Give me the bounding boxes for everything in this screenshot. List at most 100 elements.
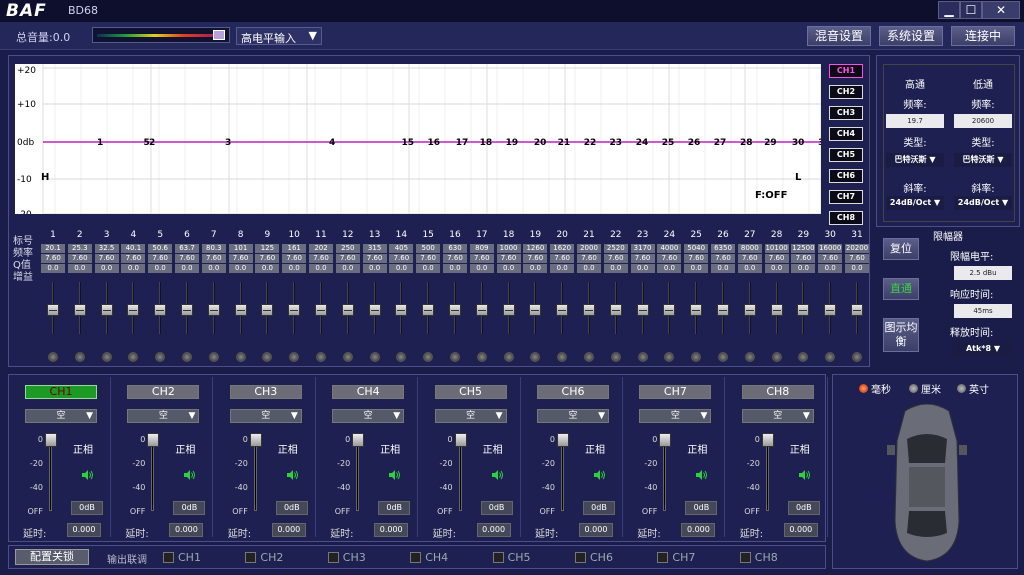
band-enable-led[interactable] — [584, 352, 594, 362]
band-marker[interactable]: 22 — [584, 138, 597, 148]
band-gain-field[interactable]: 0.0 — [737, 264, 762, 273]
band-enable-led[interactable] — [369, 352, 380, 362]
band-fader-knob[interactable] — [824, 304, 837, 316]
channel-select-ch7[interactable]: CH7 — [829, 190, 863, 204]
band-marker[interactable]: 1 — [97, 138, 103, 148]
band-gain-field[interactable]: 0.0 — [67, 264, 92, 273]
channel-phase-label[interactable]: 正相 — [687, 441, 707, 456]
band-gain-field[interactable]: 0.0 — [335, 264, 360, 273]
band-fader-knob[interactable] — [395, 304, 408, 316]
band-gain-field[interactable]: 0.0 — [550, 264, 575, 273]
band-enable-led[interactable] — [182, 352, 192, 362]
band-freq-field[interactable]: 80.3 — [201, 244, 226, 253]
channel-phase-label[interactable]: 正相 — [175, 441, 195, 456]
band-marker[interactable]: 26 — [688, 138, 701, 148]
band-enable-led[interactable] — [235, 352, 246, 362]
band-q-field[interactable]: 7.60 — [335, 254, 360, 263]
hp-type-select[interactable]: 巴特沃斯 ▼ — [886, 153, 944, 167]
band-gain-field[interactable]: 0.0 — [175, 264, 199, 273]
close-button[interactable]: ✕ — [982, 1, 1020, 19]
band-fader-knob[interactable] — [636, 304, 649, 316]
speaker-icon[interactable] — [695, 469, 708, 481]
band-freq-field[interactable]: 202 — [309, 244, 333, 253]
band-fader-knob[interactable] — [770, 304, 783, 316]
channel-select-ch8[interactable]: CH8 — [829, 211, 863, 225]
band-freq-field[interactable]: 161 — [282, 244, 307, 253]
band-freq-field[interactable]: 25.3 — [67, 244, 92, 253]
band-q-field[interactable]: 7.60 — [175, 254, 199, 263]
lp-type-select[interactable]: 巴特沃斯 ▼ — [954, 153, 1012, 167]
band-freq-field[interactable]: 250 — [335, 244, 360, 253]
hp-freq-field[interactable]: 19.7 — [886, 114, 944, 128]
band-freq-field[interactable]: 20.1 — [41, 244, 65, 253]
band-enable-led[interactable] — [530, 352, 541, 362]
input-source-select[interactable]: 高电平输入 ▼ — [236, 27, 322, 45]
band-freq-field[interactable]: 1620 — [550, 244, 575, 253]
hp-marker[interactable]: H — [41, 172, 49, 183]
band-freq-field[interactable]: 3170 — [630, 244, 655, 253]
release-time-select[interactable]: Atk*8 ▼ — [954, 342, 1012, 356]
band-freq-field[interactable]: 4000 — [657, 244, 682, 253]
channel-gain-track[interactable] — [49, 439, 52, 511]
band-q-field[interactable]: 7.60 — [389, 254, 414, 263]
channel-gain-knob[interactable] — [761, 433, 774, 447]
band-q-field[interactable]: 7.60 — [67, 254, 92, 263]
unit-cm-radio[interactable]: 厘米 — [909, 381, 941, 396]
channel-source-select[interactable]: 空 ▼ — [537, 409, 609, 423]
band-enable-led[interactable] — [825, 352, 836, 362]
band-gain-field[interactable]: 0.0 — [711, 264, 735, 273]
band-freq-field[interactable]: 630 — [443, 244, 467, 253]
volume-slider-knob[interactable] — [213, 30, 225, 40]
band-enable-led[interactable] — [423, 352, 434, 362]
band-gain-field[interactable]: 0.0 — [282, 264, 307, 273]
channel-gain-value[interactable]: 0dB — [583, 501, 615, 515]
speaker-icon[interactable] — [388, 469, 401, 481]
band-gain-field[interactable]: 0.0 — [362, 264, 387, 273]
band-freq-field[interactable]: 6350 — [711, 244, 735, 253]
channel-phase-label[interactable]: 正相 — [483, 441, 503, 456]
band-q-field[interactable]: 7.60 — [764, 254, 789, 263]
channel-phase-label[interactable]: 正相 — [73, 441, 93, 456]
band-fader-knob[interactable] — [261, 304, 274, 316]
channel-select-ch5[interactable]: CH5 — [829, 148, 863, 162]
band-gain-field[interactable]: 0.0 — [603, 264, 628, 273]
channel-gain-value[interactable]: 0dB — [275, 501, 308, 515]
channel-source-select[interactable]: 空 ▼ — [229, 409, 302, 423]
band-fader-knob[interactable] — [154, 304, 167, 316]
band-fader-knob[interactable] — [475, 304, 488, 316]
channel-select-ch3[interactable]: CH3 — [829, 106, 863, 120]
band-marker[interactable]: 17 — [456, 138, 469, 148]
channel-gain-knob[interactable] — [659, 433, 672, 447]
band-freq-field[interactable]: 32.5 — [94, 244, 119, 253]
band-freq-field[interactable]: 8000 — [737, 244, 762, 253]
band-marker[interactable]: 3 — [225, 138, 231, 148]
band-q-field[interactable]: 7.60 — [469, 254, 494, 263]
band-gain-field[interactable]: 0.0 — [764, 264, 789, 273]
band-fader-knob[interactable] — [315, 304, 327, 316]
band-enable-led[interactable] — [664, 352, 675, 362]
band-gain-field[interactable]: 0.0 — [148, 264, 173, 273]
channel-gain-track[interactable] — [151, 439, 155, 511]
band-q-field[interactable]: 7.60 — [603, 254, 628, 263]
band-enable-led[interactable] — [342, 352, 353, 362]
delay-field[interactable]: 0.000 — [374, 523, 409, 537]
band-fader-knob[interactable] — [47, 304, 59, 316]
delay-field[interactable]: 0.000 — [579, 523, 613, 537]
channel-gain-value[interactable]: 0dB — [378, 501, 411, 515]
config-lock-button[interactable]: 配置关锁 — [15, 549, 89, 565]
channel-gain-value[interactable]: 0dB — [71, 501, 103, 515]
band-freq-field[interactable]: 2520 — [603, 244, 628, 253]
channel-mute-button[interactable]: CH5 — [434, 385, 507, 399]
channel-phase-label[interactable]: 正相 — [380, 441, 400, 456]
band-q-field[interactable]: 7.60 — [523, 254, 548, 263]
band-q-field[interactable]: 7.60 — [845, 254, 869, 263]
limit-level-field[interactable]: 2.5 dBu — [954, 266, 1012, 280]
band-marker[interactable]: 23 — [610, 138, 623, 148]
channel-gain-track[interactable] — [253, 439, 257, 511]
band-q-field[interactable]: 7.60 — [201, 254, 226, 263]
band-enable-led[interactable] — [48, 352, 58, 362]
band-q-field[interactable]: 7.60 — [791, 254, 816, 263]
band-enable-led[interactable] — [557, 352, 568, 362]
band-marker[interactable]: 24 — [636, 138, 649, 148]
band-gain-field[interactable]: 0.0 — [845, 264, 869, 273]
